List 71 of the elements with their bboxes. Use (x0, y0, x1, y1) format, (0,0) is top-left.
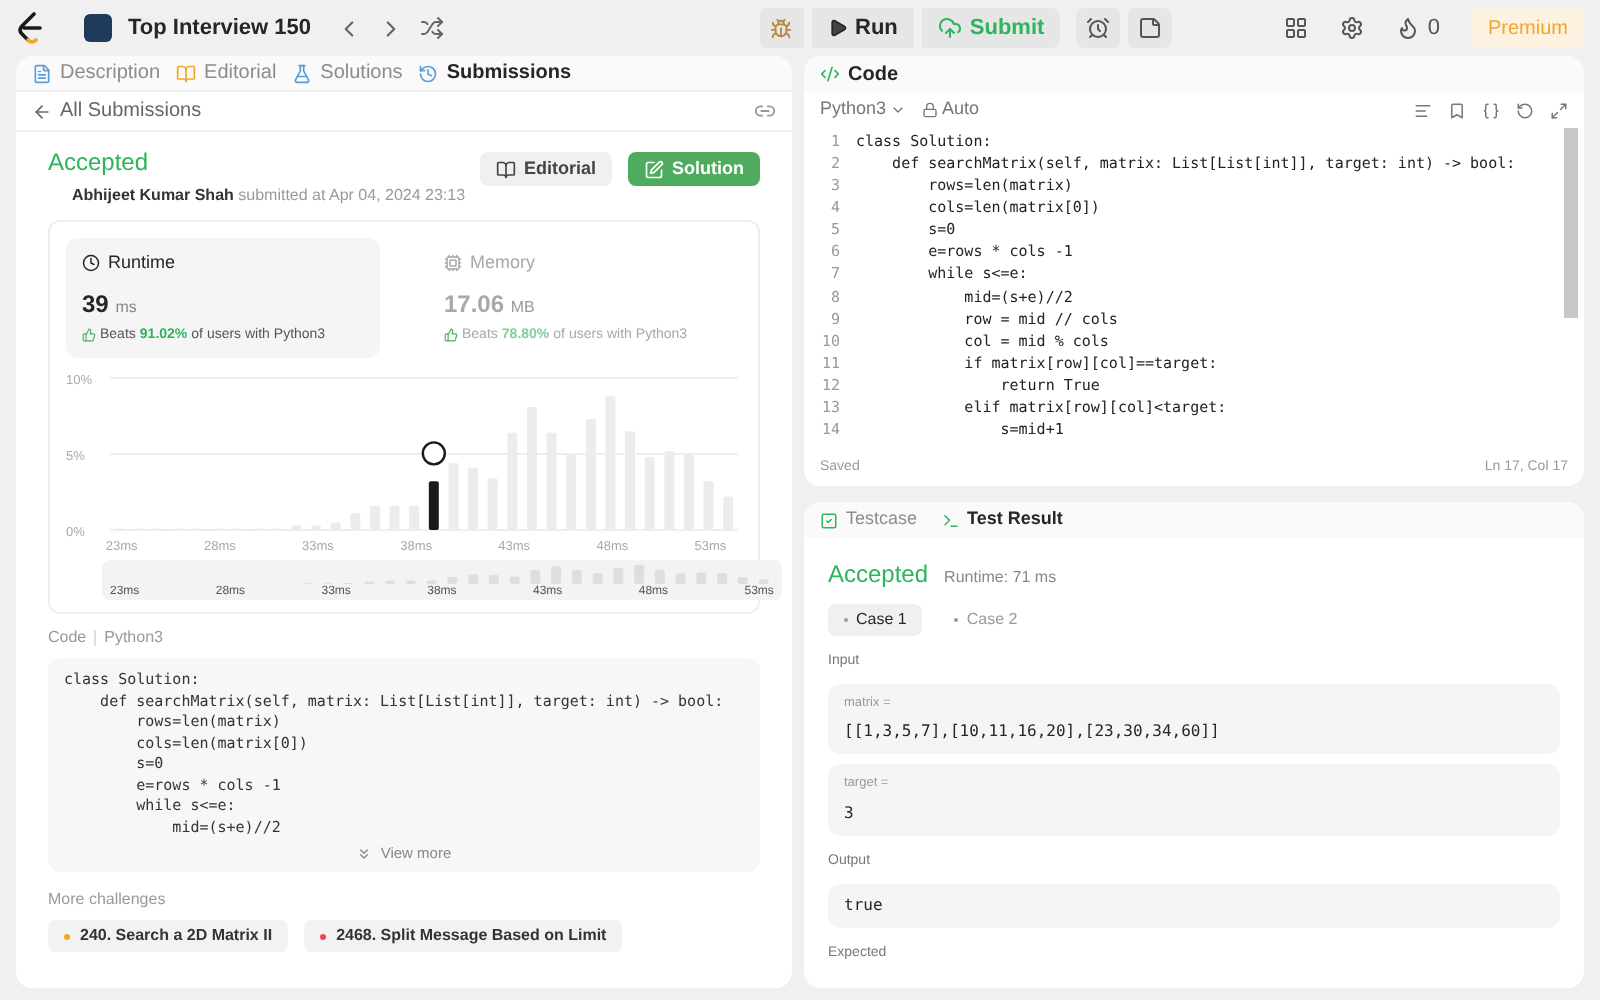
book-icon (176, 63, 197, 83)
case-tab[interactable]: Case 1 (828, 604, 923, 636)
bookmark-icon[interactable] (1448, 101, 1466, 119)
lock-icon (922, 102, 939, 118)
terminal-icon (941, 511, 960, 529)
run-button[interactable]: Run (811, 8, 914, 48)
output-value: true (844, 893, 883, 917)
marker-circle (421, 441, 446, 466)
flame-icon (1395, 16, 1420, 40)
pen-icon (644, 159, 664, 179)
alarm-clock-icon (1086, 16, 1111, 40)
list-title[interactable]: Top Interview 150 (128, 11, 311, 45)
language-select[interactable]: Python3 (820, 96, 907, 124)
thumbs-up-icon (444, 328, 458, 343)
timer-button[interactable] (1076, 8, 1121, 48)
parameter-value: 3 (844, 802, 856, 826)
reset-icon[interactable] (1516, 101, 1534, 119)
code-label: Code (48, 626, 87, 650)
metric-value: 39 ms (82, 287, 139, 321)
history-icon (418, 63, 439, 83)
panel-tab[interactable]: Editorial (176, 58, 277, 88)
parameter-value: [[1,3,5,7],[10,11,16,20],[23,30,34,60]] (844, 720, 1222, 745)
scrollbar[interactable] (1564, 128, 1578, 318)
metric-value: 17.06 MB (444, 287, 537, 321)
link-icon[interactable] (754, 100, 776, 122)
checkbox-icon (820, 511, 838, 529)
book-icon (495, 159, 516, 179)
status-text: Accepted (828, 558, 929, 592)
challenge-chip[interactable]: 2468. Split Message Based on Limit (304, 920, 623, 953)
flask-icon (292, 63, 313, 83)
panel-tab[interactable]: Description (32, 58, 161, 88)
logo-icon[interactable] (16, 12, 44, 44)
auto-mode[interactable]: Auto (922, 96, 980, 124)
grid-icon[interactable] (1283, 16, 1308, 40)
play-icon (827, 18, 847, 38)
chip-icon (444, 254, 462, 273)
editorial-button[interactable]: Editorial (479, 152, 612, 186)
format-icon[interactable] (1414, 101, 1432, 119)
document-icon (32, 63, 52, 83)
double-chevron-icon (356, 845, 373, 862)
debug-button[interactable] (759, 8, 803, 48)
status-text: Accepted (48, 146, 151, 180)
panel-title: Code (848, 61, 898, 89)
challenge-chip[interactable]: 240. Search a 2D Matrix II (48, 920, 289, 953)
back-link[interactable]: All Submissions (60, 96, 202, 126)
submission-info: Abhijeet Kumar Shah submitted at Apr 04, 2024 23:13 (72, 184, 466, 208)
panel-tab[interactable]: Test Result (941, 506, 1063, 534)
streak-counter[interactable]: 0 (1395, 11, 1440, 45)
settings-icon[interactable] (1339, 16, 1364, 40)
panel-tab[interactable]: Solutions (292, 58, 403, 88)
section-title: More challenges (46, 888, 168, 913)
back-icon[interactable] (32, 101, 52, 121)
code-icon (820, 64, 840, 84)
runtime-text: Runtime: 71 ms (944, 566, 1057, 590)
chevron-down-icon (890, 102, 907, 118)
expand-icon[interactable] (1550, 101, 1568, 119)
bug-icon (770, 17, 792, 39)
clock-icon (82, 254, 100, 273)
note-icon (1138, 16, 1163, 40)
braces-icon[interactable] (1482, 101, 1500, 119)
cloud-upload-icon (937, 16, 962, 40)
notes-button[interactable] (1128, 8, 1173, 48)
highlighted-bar (428, 481, 439, 530)
language-label: Python3 (104, 626, 163, 650)
metric-label: Runtime (82, 250, 364, 277)
panel-tab[interactable]: Submissions (418, 58, 572, 88)
study-plan-icon (84, 14, 112, 42)
panel-tab[interactable]: Testcase (820, 506, 918, 534)
thumbs-up-icon (82, 328, 96, 343)
metric-label: Memory (444, 250, 726, 277)
shuffle-icon[interactable] (419, 16, 443, 40)
